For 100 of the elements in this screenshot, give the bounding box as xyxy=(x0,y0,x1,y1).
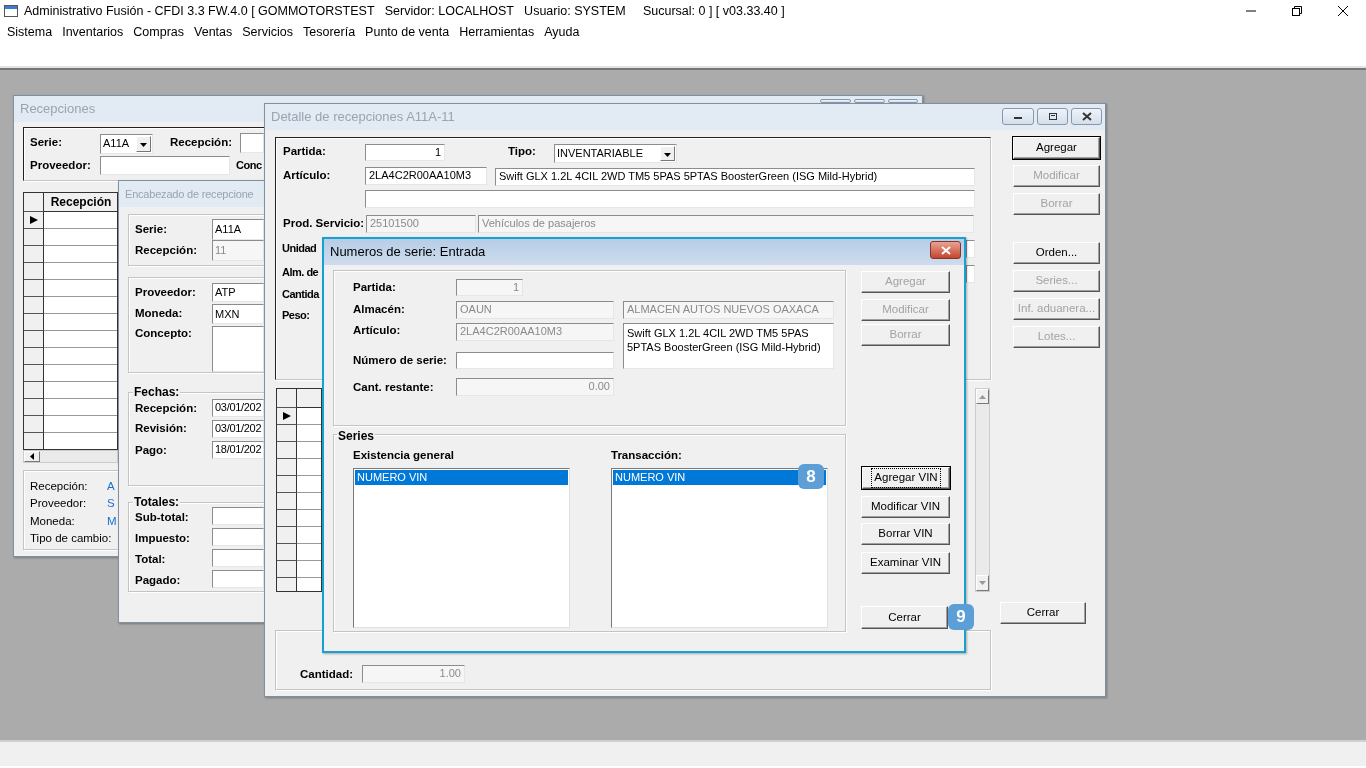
row-selector[interactable] xyxy=(24,416,44,433)
list-heading: Transacción: xyxy=(611,448,682,463)
field-label: Moneda: xyxy=(135,306,183,321)
text-field[interactable] xyxy=(456,352,614,369)
close-button[interactable] xyxy=(930,241,961,259)
text-field[interactable]: 18/01/202 xyxy=(212,441,264,459)
row-selector[interactable] xyxy=(24,212,44,229)
text-field[interactable]: Swift GLX 1.2L 4CIL 2WD TM5 5PAS 5PTAS BoosterGreen (ISG Mild-Hybrid) xyxy=(623,323,834,369)
field-label: Número de serie: xyxy=(353,353,447,368)
caret-icon xyxy=(140,143,147,147)
text-field[interactable]: Swift GLX 1.2L 4CIL 2WD TM5 5PAS 5PTAS BoosterGreen (ISG Mild-Hybrid) xyxy=(495,168,975,186)
text-field[interactable] xyxy=(100,156,230,175)
dropdown[interactable]: INVENTARIABLE xyxy=(554,144,677,163)
scroll-down-icon xyxy=(979,581,986,585)
text-field[interactable] xyxy=(212,570,264,588)
button[interactable]: Examinar VIN xyxy=(861,552,950,574)
app-title: Administrativo Fusión - CFDI 3.3 FW.4.0 [ GOMMOTORSTEST Servidor: LOCALHOST Usuario: SYSTEM Sucursal: 0 ] [ v03.33.40 ] xyxy=(24,2,785,20)
scrollbar[interactable] xyxy=(23,450,118,463)
menu-item[interactable]: Ventas xyxy=(189,22,238,42)
button[interactable]: Agregar VIN xyxy=(862,467,950,489)
text-field[interactable]: A11A xyxy=(212,219,264,240)
menu-item[interactable]: Servicios xyxy=(237,22,298,42)
list-item[interactable]: NUMERO VIN xyxy=(355,470,568,485)
list-box[interactable]: NUMERO VIN xyxy=(353,468,570,628)
column-header[interactable] xyxy=(297,389,321,408)
field-label: Impuesto: xyxy=(135,531,190,546)
column-header[interactable]: Recepción xyxy=(44,193,117,212)
text-field[interactable] xyxy=(240,133,264,153)
field-label: Recepción: xyxy=(30,479,88,494)
text-field[interactable] xyxy=(212,326,264,372)
text-field[interactable]: 2LA4C2R00AA10M3 xyxy=(365,167,487,185)
button[interactable]: Orden... xyxy=(1013,242,1100,264)
field-label: Tipo: xyxy=(508,144,536,159)
menu-item[interactable]: Ayuda xyxy=(539,22,585,42)
field-label: Tipo de cambio: xyxy=(30,531,112,546)
menu-item[interactable]: Punto de venta xyxy=(360,22,455,42)
field-label: Concepto: xyxy=(135,326,192,341)
row-selector[interactable] xyxy=(277,493,297,510)
window-title: Recepciones xyxy=(20,100,96,119)
text-field[interactable]: 1 xyxy=(365,144,445,161)
row-selector[interactable] xyxy=(277,527,297,544)
field-label: Moneda: xyxy=(30,514,75,529)
window-title: Numeros de serie: Entrada xyxy=(330,243,486,262)
row-selector[interactable] xyxy=(24,331,44,348)
menu-item[interactable]: Inventarios xyxy=(57,22,129,42)
row-selector[interactable] xyxy=(24,193,44,212)
button[interactable]: Borrar VIN xyxy=(861,523,950,545)
row-selector[interactable] xyxy=(24,399,44,416)
text-field[interactable] xyxy=(212,528,264,546)
menu-item[interactable]: Sistema xyxy=(2,22,58,42)
row-selector[interactable] xyxy=(277,408,297,425)
row-selector[interactable] xyxy=(24,365,44,382)
text-field[interactable] xyxy=(212,507,264,525)
text-field[interactable]: 03/01/202 xyxy=(212,399,264,417)
field-label: Proveedor: xyxy=(30,158,91,173)
button[interactable]: Agregar xyxy=(1013,137,1100,159)
row-selector[interactable] xyxy=(277,425,297,442)
text-field[interactable]: 03/01/202 xyxy=(212,420,264,438)
field-label: Artículo: xyxy=(283,168,331,183)
scrollbar[interactable] xyxy=(975,388,990,592)
field-value: A xyxy=(107,479,115,494)
row-selector[interactable] xyxy=(24,246,44,263)
row-selector[interactable] xyxy=(277,459,297,476)
row-selector[interactable] xyxy=(24,229,44,246)
row-selector[interactable] xyxy=(24,297,44,314)
field-label: Pago: xyxy=(135,443,167,458)
group-label: Fechas: xyxy=(133,385,181,399)
row-selector[interactable] xyxy=(277,510,297,527)
row-selector[interactable] xyxy=(24,433,44,449)
row-selector[interactable] xyxy=(277,561,297,578)
row-selector[interactable] xyxy=(277,544,297,561)
text-field[interactable] xyxy=(966,265,975,283)
row-selector[interactable] xyxy=(24,348,44,365)
dropdown[interactable]: A11A xyxy=(100,134,153,154)
row-selector[interactable] xyxy=(277,578,297,591)
row-selector[interactable] xyxy=(24,314,44,331)
row-selector[interactable] xyxy=(277,389,297,408)
menu-item[interactable]: Herramientas xyxy=(454,22,540,42)
row-selector[interactable] xyxy=(277,476,297,493)
scroll-up-icon xyxy=(979,394,986,399)
text-field[interactable] xyxy=(966,240,975,258)
close-icon xyxy=(1081,112,1092,121)
menu-item[interactable]: Compras xyxy=(128,22,190,42)
field-label: Conc xyxy=(236,158,262,173)
button[interactable]: Cerrar xyxy=(1000,602,1086,624)
field-label: Sub-total: xyxy=(135,510,189,525)
row-selector[interactable] xyxy=(24,280,44,297)
maximize-button[interactable] xyxy=(1037,108,1068,125)
menu-item[interactable]: Tesorería xyxy=(298,22,361,42)
button[interactable]: Cerrar xyxy=(861,606,948,629)
text-field[interactable]: MXN xyxy=(212,304,264,324)
minimize-button[interactable] xyxy=(1002,108,1034,125)
button[interactable]: Modificar VIN xyxy=(861,496,950,518)
text-field[interactable]: ATP xyxy=(212,283,264,302)
row-selector[interactable] xyxy=(24,382,44,399)
close-button[interactable] xyxy=(1071,108,1102,125)
text-field[interactable] xyxy=(365,190,975,208)
row-selector[interactable] xyxy=(277,442,297,459)
row-selector[interactable] xyxy=(24,263,44,280)
text-field[interactable] xyxy=(212,549,264,567)
